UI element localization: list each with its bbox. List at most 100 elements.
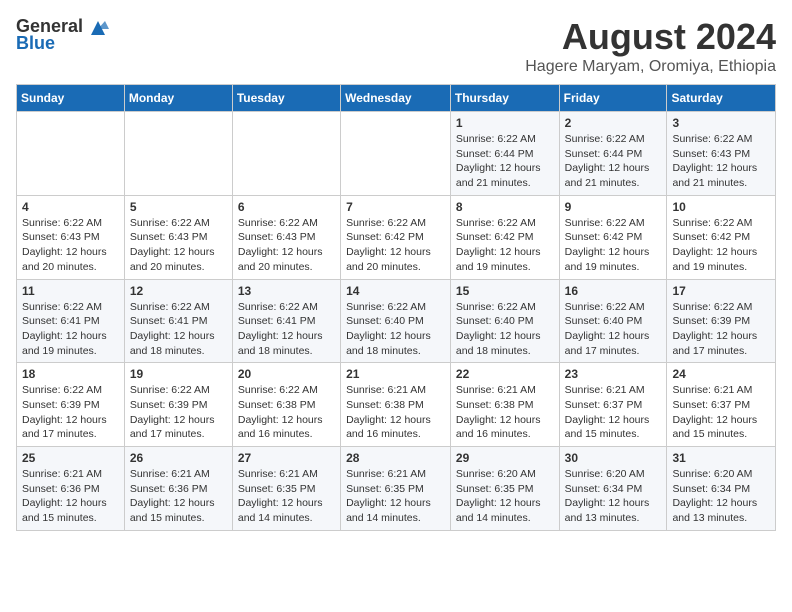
calendar-cell: 27Sunrise: 6:21 AM Sunset: 6:35 PM Dayli… bbox=[232, 447, 340, 531]
calendar-table: SundayMondayTuesdayWednesdayThursdayFrid… bbox=[16, 84, 776, 531]
calendar-cell: 18 Sunrise: 6:22 AM Sunset: 6:39 PM Dayli… bbox=[17, 363, 125, 447]
day-number: 24 bbox=[672, 367, 770, 381]
day-number: 12 bbox=[130, 284, 227, 298]
day-info: Sunrise: 6:22 AM Sunset: 6:39 PM Dayligh… bbox=[672, 300, 770, 359]
calendar-cell: 23 Sunrise: 6:21 AM Sunset: 6:37 PM Dayli… bbox=[559, 363, 667, 447]
calendar-cell bbox=[124, 112, 232, 196]
calendar-cell bbox=[232, 112, 340, 196]
day-info: Sunrise: 6:22 AM Sunset: 6:42 PM Dayligh… bbox=[565, 216, 662, 275]
calendar-cell: 19 Sunrise: 6:22 AM Sunset: 6:39 PM Dayli… bbox=[124, 363, 232, 447]
calendar-cell: 3Sunrise: 6:22 AM Sunset: 6:43 PM Daylig… bbox=[667, 112, 776, 196]
day-info: Sunrise: 6:21 AM Sunset: 6:38 PM Dayligh… bbox=[346, 383, 445, 442]
calendar-header: SundayMondayTuesdayWednesdayThursdayFrid… bbox=[17, 85, 776, 112]
day-header-friday: Friday bbox=[559, 85, 667, 112]
day-number: 22 bbox=[456, 367, 554, 381]
day-header-monday: Monday bbox=[124, 85, 232, 112]
day-header-wednesday: Wednesday bbox=[341, 85, 451, 112]
calendar-cell: 24Sunrise: 6:21 AM Sunset: 6:37 PM Dayli… bbox=[667, 363, 776, 447]
calendar-body: 1 Sunrise: 6:22 AM Sunset: 6:44 PM Daylig… bbox=[17, 112, 776, 531]
day-number: 28 bbox=[346, 451, 445, 465]
day-number: 25 bbox=[22, 451, 119, 465]
day-info: Sunrise: 6:22 AM Sunset: 6:44 PM Dayligh… bbox=[565, 132, 662, 191]
day-info: Sunrise: 6:21 AM Sunset: 6:36 PM Dayligh… bbox=[130, 467, 227, 526]
calendar-cell: 29 Sunrise: 6:20 AM Sunset: 6:35 PM Dayli… bbox=[450, 447, 559, 531]
day-info: Sunrise: 6:22 AM Sunset: 6:40 PM Dayligh… bbox=[346, 300, 445, 359]
day-number: 21 bbox=[346, 367, 445, 381]
day-info: Sunrise: 6:22 AM Sunset: 6:39 PM Dayligh… bbox=[22, 383, 119, 442]
day-info: Sunrise: 6:22 AM Sunset: 6:43 PM Dayligh… bbox=[130, 216, 227, 275]
day-info: Sunrise: 6:20 AM Sunset: 6:35 PM Dayligh… bbox=[456, 467, 554, 526]
day-info: Sunrise: 6:22 AM Sunset: 6:41 PM Dayligh… bbox=[130, 300, 227, 359]
day-header-tuesday: Tuesday bbox=[232, 85, 340, 112]
calendar-cell: 10 Sunrise: 6:22 AM Sunset: 6:42 PM Dayli… bbox=[667, 195, 776, 279]
calendar-cell: 26 Sunrise: 6:21 AM Sunset: 6:36 PM Dayli… bbox=[124, 447, 232, 531]
logo-blue-text: Blue bbox=[16, 33, 55, 54]
day-info: Sunrise: 6:21 AM Sunset: 6:35 PM Dayligh… bbox=[238, 467, 335, 526]
day-info: Sunrise: 6:22 AM Sunset: 6:42 PM Dayligh… bbox=[346, 216, 445, 275]
week-row-1: 1 Sunrise: 6:22 AM Sunset: 6:44 PM Daylig… bbox=[17, 112, 776, 196]
calendar-cell: 7 Sunrise: 6:22 AM Sunset: 6:42 PM Daylig… bbox=[341, 195, 451, 279]
logo: General Blue bbox=[16, 16, 109, 54]
day-number: 7 bbox=[346, 200, 445, 214]
calendar-cell: 15 Sunrise: 6:22 AM Sunset: 6:40 PM Dayli… bbox=[450, 279, 559, 363]
day-info: Sunrise: 6:22 AM Sunset: 6:42 PM Dayligh… bbox=[672, 216, 770, 275]
calendar-cell: 6Sunrise: 6:22 AM Sunset: 6:43 PM Daylig… bbox=[232, 195, 340, 279]
day-info: Sunrise: 6:22 AM Sunset: 6:42 PM Dayligh… bbox=[456, 216, 554, 275]
day-number: 8 bbox=[456, 200, 554, 214]
day-info: Sunrise: 6:20 AM Sunset: 6:34 PM Dayligh… bbox=[565, 467, 662, 526]
day-number: 23 bbox=[565, 367, 662, 381]
day-number: 11 bbox=[22, 284, 119, 298]
header: General Blue August 2024 Hagere Maryam, … bbox=[16, 16, 776, 76]
day-info: Sunrise: 6:22 AM Sunset: 6:38 PM Dayligh… bbox=[238, 383, 335, 442]
day-number: 6 bbox=[238, 200, 335, 214]
calendar-cell bbox=[341, 112, 451, 196]
day-number: 9 bbox=[565, 200, 662, 214]
day-number: 30 bbox=[565, 451, 662, 465]
calendar-cell: 22 Sunrise: 6:21 AM Sunset: 6:38 PM Dayli… bbox=[450, 363, 559, 447]
calendar-cell: 9 Sunrise: 6:22 AM Sunset: 6:42 PM Daylig… bbox=[559, 195, 667, 279]
calendar-cell: 13Sunrise: 6:22 AM Sunset: 6:41 PM Dayli… bbox=[232, 279, 340, 363]
day-number: 1 bbox=[456, 116, 554, 130]
day-number: 26 bbox=[130, 451, 227, 465]
day-info: Sunrise: 6:22 AM Sunset: 6:43 PM Dayligh… bbox=[22, 216, 119, 275]
day-number: 2 bbox=[565, 116, 662, 130]
location-subtitle: Hagere Maryam, Oromiya, Ethiopia bbox=[525, 58, 776, 76]
logo-icon bbox=[87, 17, 109, 37]
calendar-cell: 21 Sunrise: 6:21 AM Sunset: 6:38 PM Dayli… bbox=[341, 363, 451, 447]
calendar-cell bbox=[17, 112, 125, 196]
day-info: Sunrise: 6:22 AM Sunset: 6:39 PM Dayligh… bbox=[130, 383, 227, 442]
calendar-cell: 16 Sunrise: 6:22 AM Sunset: 6:40 PM Dayli… bbox=[559, 279, 667, 363]
day-number: 15 bbox=[456, 284, 554, 298]
calendar-cell: 30 Sunrise: 6:20 AM Sunset: 6:34 PM Dayli… bbox=[559, 447, 667, 531]
day-number: 13 bbox=[238, 284, 335, 298]
day-number: 16 bbox=[565, 284, 662, 298]
week-row-3: 11 Sunrise: 6:22 AM Sunset: 6:41 PM Dayli… bbox=[17, 279, 776, 363]
title-area: August 2024 Hagere Maryam, Oromiya, Ethi… bbox=[525, 16, 776, 76]
calendar-cell: 25Sunrise: 6:21 AM Sunset: 6:36 PM Dayli… bbox=[17, 447, 125, 531]
calendar-cell: 28Sunrise: 6:21 AM Sunset: 6:35 PM Dayli… bbox=[341, 447, 451, 531]
week-row-2: 4 Sunrise: 6:22 AM Sunset: 6:43 PM Daylig… bbox=[17, 195, 776, 279]
days-of-week-row: SundayMondayTuesdayWednesdayThursdayFrid… bbox=[17, 85, 776, 112]
day-number: 18 bbox=[22, 367, 119, 381]
month-year-title: August 2024 bbox=[525, 16, 776, 58]
day-info: Sunrise: 6:22 AM Sunset: 6:43 PM Dayligh… bbox=[672, 132, 770, 191]
day-number: 4 bbox=[22, 200, 119, 214]
day-header-thursday: Thursday bbox=[450, 85, 559, 112]
day-number: 29 bbox=[456, 451, 554, 465]
day-number: 31 bbox=[672, 451, 770, 465]
day-info: Sunrise: 6:21 AM Sunset: 6:38 PM Dayligh… bbox=[456, 383, 554, 442]
calendar-cell: 31Sunrise: 6:20 AM Sunset: 6:34 PM Dayli… bbox=[667, 447, 776, 531]
calendar-cell: 20 Sunrise: 6:22 AM Sunset: 6:38 PM Dayli… bbox=[232, 363, 340, 447]
day-info: Sunrise: 6:22 AM Sunset: 6:44 PM Dayligh… bbox=[456, 132, 554, 191]
calendar-cell: 4 Sunrise: 6:22 AM Sunset: 6:43 PM Daylig… bbox=[17, 195, 125, 279]
day-info: Sunrise: 6:22 AM Sunset: 6:40 PM Dayligh… bbox=[565, 300, 662, 359]
day-number: 10 bbox=[672, 200, 770, 214]
day-info: Sunrise: 6:21 AM Sunset: 6:37 PM Dayligh… bbox=[565, 383, 662, 442]
day-info: Sunrise: 6:22 AM Sunset: 6:40 PM Dayligh… bbox=[456, 300, 554, 359]
day-number: 19 bbox=[130, 367, 227, 381]
calendar-cell: 12 Sunrise: 6:22 AM Sunset: 6:41 PM Dayli… bbox=[124, 279, 232, 363]
calendar-cell: 8 Sunrise: 6:22 AM Sunset: 6:42 PM Daylig… bbox=[450, 195, 559, 279]
calendar-cell: 17Sunrise: 6:22 AM Sunset: 6:39 PM Dayli… bbox=[667, 279, 776, 363]
day-number: 5 bbox=[130, 200, 227, 214]
day-number: 20 bbox=[238, 367, 335, 381]
